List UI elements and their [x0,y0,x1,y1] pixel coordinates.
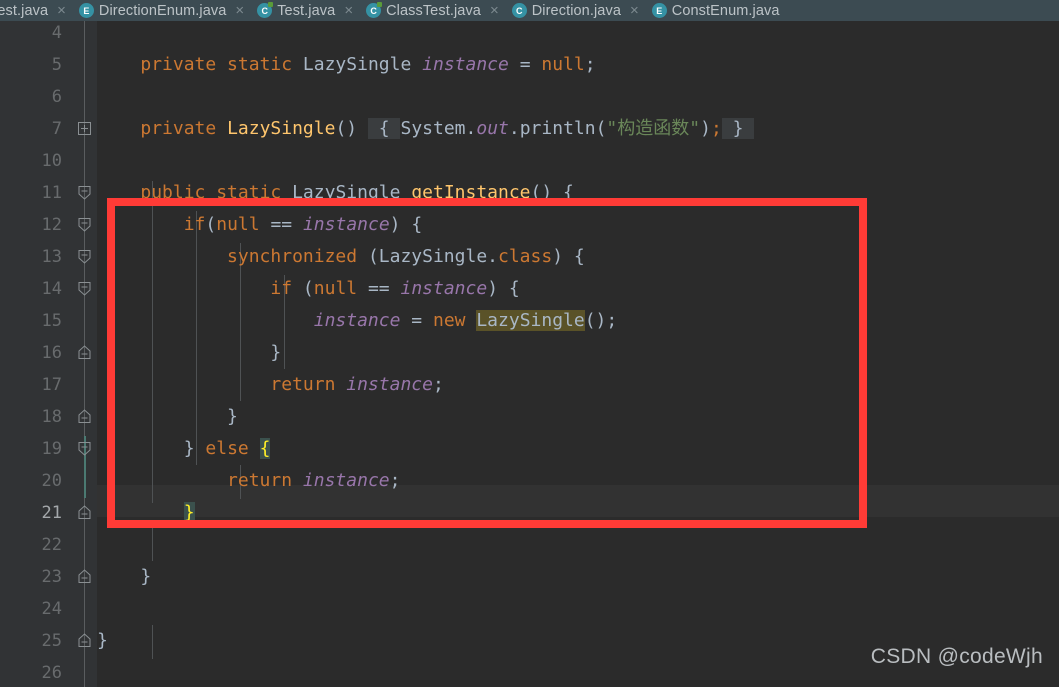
fold-marker-icon[interactable] [76,568,93,585]
code-row[interactable]: 15 instance = new LazySingle(); [0,305,1059,337]
line-number: 19 [41,439,62,459]
code-row[interactable]: 7 private LazySingle() { System.out.prin… [0,113,1059,145]
line-number: 4 [51,23,62,43]
fold-marker-icon[interactable] [76,632,93,649]
line-number: 14 [41,279,62,299]
fold-marker-icon[interactable] [76,248,93,265]
java-class-icon: C [511,3,527,18]
line-number: 12 [41,215,62,235]
code-text: } [227,406,238,427]
matched-brace-highlight: { [259,438,271,459]
java-class-icon: C [366,2,383,18]
close-icon[interactable]: × [490,3,499,18]
code-text: return instance; [227,470,401,491]
code-text: instance = new LazySingle(); [313,310,618,331]
close-icon[interactable]: × [235,3,244,18]
fold-marker-icon[interactable] [76,344,93,361]
code-text: } [140,566,152,587]
java-class-icon: C [257,2,274,18]
code-text: } [97,630,108,651]
line-number: 11 [41,183,62,203]
code-text: } [97,497,195,529]
close-icon[interactable]: × [344,3,353,18]
code-text: public static LazySingle getInstance() { [140,182,574,203]
line-number: 5 [51,55,62,75]
code-row[interactable]: 17 return instance; [0,369,1059,401]
line-number: 26 [41,663,62,683]
code-row[interactable]: 6 [0,81,1059,113]
fold-marker-icon[interactable] [76,184,93,201]
fold-marker-icon[interactable] [76,440,93,457]
line-number: 10 [41,151,62,171]
line-number: 13 [41,247,62,267]
code-row[interactable]: 21 } [0,497,1059,529]
code-text: if(null == instance) { [183,214,423,235]
code-row[interactable]: 4 [0,17,1059,49]
code-row[interactable]: 16 } [0,337,1059,369]
code-row[interactable]: 10 [0,145,1059,177]
line-number: 18 [41,407,62,427]
java-enum-icon: E [651,3,667,18]
line-number: 15 [41,311,62,331]
code-text: synchronized (LazySingle.class) { [227,246,585,267]
code-row[interactable]: 12 if(null == instance) { [0,209,1059,241]
line-number: 22 [41,535,62,555]
code-row[interactable]: 20 return instance; [0,465,1059,497]
code-text: private LazySingle() { System.out.printl… [140,118,755,139]
fold-marker-icon[interactable] [76,280,93,297]
identifier-under-caret-highlight: LazySingle [476,310,585,331]
code-text: } [270,342,282,363]
line-number: 24 [41,599,62,619]
code-text: } else { [183,438,271,459]
code-row[interactable]: 13 synchronized (LazySingle.class) { [0,241,1059,273]
code-row[interactable]: 22 [0,529,1059,561]
line-number: 7 [51,119,62,139]
code-row[interactable]: 14 if (null == instance) { [0,273,1059,305]
fold-marker-icon[interactable] [76,504,93,521]
close-icon[interactable]: × [57,3,66,18]
code-row[interactable]: 24 [0,593,1059,625]
code-row[interactable]: 5 private static LazySingle instance = n… [0,49,1059,81]
code-row[interactable]: 11 public static LazySingle getInstance(… [0,177,1059,209]
code-text: private static LazySingle instance = nul… [140,54,596,75]
matched-brace-highlight: } [183,502,195,523]
java-enum-icon: E [78,3,94,18]
fold-marker-icon[interactable] [76,216,93,233]
code-row[interactable]: 19 } else { [0,433,1059,465]
watermark-text: CSDN @codeWjh [870,645,1043,668]
code-editor[interactable]: 4 5 private static LazySingle instance =… [0,21,1059,687]
line-number: 6 [51,87,62,107]
code-row[interactable]: 18 } [0,401,1059,433]
fold-marker-icon[interactable] [76,120,93,137]
ide-editor-window: Test.java × E DirectionEnum.java × C Tes… [0,0,1059,687]
code-text: if (null == instance) { [270,278,520,299]
line-number: 21 [41,503,62,523]
line-number: 17 [41,375,62,395]
line-number: 20 [41,471,62,491]
line-number: 23 [41,567,62,587]
close-icon[interactable]: × [630,3,639,18]
code-text: return instance; [270,374,444,395]
line-number: 25 [41,631,62,651]
code-row[interactable]: 23 } [0,561,1059,593]
fold-marker-icon[interactable] [76,408,93,425]
line-number: 16 [41,343,62,363]
